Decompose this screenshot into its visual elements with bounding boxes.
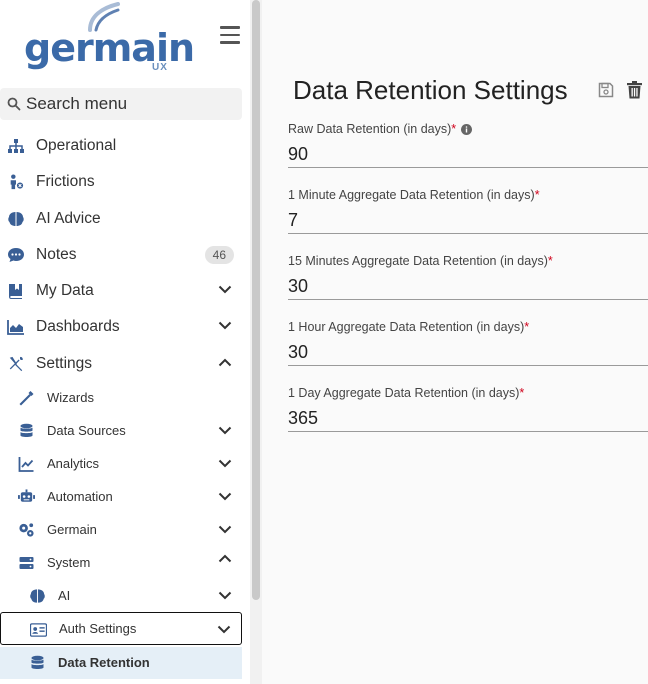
field-label: 1 Day Aggregate Data Retention (in days)… [288,386,525,400]
book-bookmark-icon [9,284,22,299]
chevron-up-icon[interactable] [218,554,232,563]
chart-line-icon [18,457,34,472]
one-day-retention-input[interactable] [288,406,648,432]
sitemap-icon [8,139,24,153]
id-card-icon [30,623,47,637]
chevron-down-icon[interactable] [218,426,232,435]
logo-text: germain [24,26,195,70]
nav-item-my-data[interactable]: My Data [0,274,242,308]
nav-label: Frictions [36,173,95,190]
chevron-down-icon[interactable] [217,625,231,634]
nav-item-settings[interactable]: Settings [0,347,242,381]
sidebar-item-label: Auth Settings [59,621,137,636]
sidebar-item-data-sources[interactable]: Data Sources [0,416,242,446]
sidebar-item-label: Wizards [47,390,94,405]
search-icon [7,97,21,111]
one-minute-retention-field: 1 Minute Aggregate Data Retention (in da… [288,188,648,244]
nav-label: Dashboards [36,318,120,335]
nav-item-dashboards[interactable]: Dashboards [0,310,242,344]
sidebar-scrollbar-thumb[interactable] [252,0,260,600]
server-icon [19,557,34,569]
sidebar-item-data-retention[interactable]: Data Retention [0,647,242,679]
sidebar: germain UX Operational Frictions [0,0,250,684]
search-input[interactable] [26,92,236,116]
nav-item-operational[interactable]: Operational [0,129,242,163]
fifteen-minutes-retention-field: 15 Minutes Aggregate Data Retention (in … [288,254,648,310]
germain-logo[interactable]: germain UX [24,2,195,74]
sidebar-item-label: Automation [47,489,113,504]
nav-label: Settings [36,355,93,372]
one-minute-retention-input[interactable] [288,208,648,234]
page-title: Data Retention Settings [293,75,568,105]
info-icon[interactable] [461,124,473,136]
one-hour-retention-field: 1 Hour Aggregate Data Retention (in days… [288,320,648,376]
field-label: 1 Hour Aggregate Data Retention (in days… [288,320,530,334]
one-hour-retention-input[interactable] [288,340,648,366]
sidebar-item-label: System [47,555,91,570]
fifteen-minutes-retention-input[interactable] [288,274,648,300]
sidebar-item-wizards[interactable]: Wizards [0,383,242,413]
field-label: 1 Minute Aggregate Data Retention (in da… [288,188,540,202]
chevron-down-icon[interactable] [218,285,232,294]
logo-ux: UX [152,62,168,73]
chevron-down-icon[interactable] [218,591,232,600]
comment-dots-icon [8,248,24,262]
raw-data-retention-input[interactable] [288,142,648,168]
one-day-retention-field: 1 Day Aggregate Data Retention (in days)… [288,386,648,442]
sidebar-item-label: Germain [47,522,97,537]
person-friction-icon [10,174,24,190]
nav-label: Notes [36,246,77,263]
save-icon[interactable] [598,82,614,98]
menu-toggle-icon[interactable] [220,26,240,44]
sidebar-item-automation[interactable]: Automation [0,482,242,512]
field-label: Raw Data Retention (in days)* [288,122,473,136]
chart-area-icon [7,320,24,335]
cogs-icon [19,523,34,537]
nav-item-frictions[interactable]: Frictions [0,165,242,199]
chevron-down-icon[interactable] [218,321,232,330]
main-content: Data Retention Settings Raw Data Retenti… [262,0,648,684]
sidebar-item-system[interactable]: System [0,548,242,578]
sidebar-item-ai[interactable]: AI [0,581,242,611]
nav-item-ai-advice[interactable]: AI Advice [0,202,242,236]
nav-label: My Data [36,282,94,299]
sidebar-item-label: Data Retention [58,655,150,670]
chevron-down-icon[interactable] [218,492,232,501]
nav-label: Operational [36,137,117,154]
chevron-down-icon[interactable] [218,459,232,468]
search-box [0,88,242,120]
chevron-up-icon[interactable] [218,358,232,367]
nav-item-notes[interactable]: Notes 46 [0,238,242,272]
brain-icon [8,212,24,226]
tools-icon [9,356,23,372]
sidebar-item-label: Data Sources [47,423,126,438]
database-icon [20,423,33,437]
sidebar-item-label: Analytics [47,456,100,471]
brain-icon [30,589,45,603]
sidebar-item-germain[interactable]: Germain [0,515,242,545]
sidebar-item-label: AI [58,588,71,603]
nav-label: AI Advice [36,210,101,227]
sidebar-item-analytics[interactable]: Analytics [0,449,242,479]
field-label: 15 Minutes Aggregate Data Retention (in … [288,254,553,268]
sidebar-item-auth-settings[interactable]: Auth Settings [0,612,242,645]
magic-wand-icon [19,391,34,406]
robot-icon [18,489,35,502]
database-icon [31,655,44,669]
trash-icon[interactable] [626,81,643,99]
notes-count-badge: 46 [204,246,234,264]
raw-data-retention-field: Raw Data Retention (in days)* [288,122,648,178]
chevron-down-icon[interactable] [218,525,232,534]
